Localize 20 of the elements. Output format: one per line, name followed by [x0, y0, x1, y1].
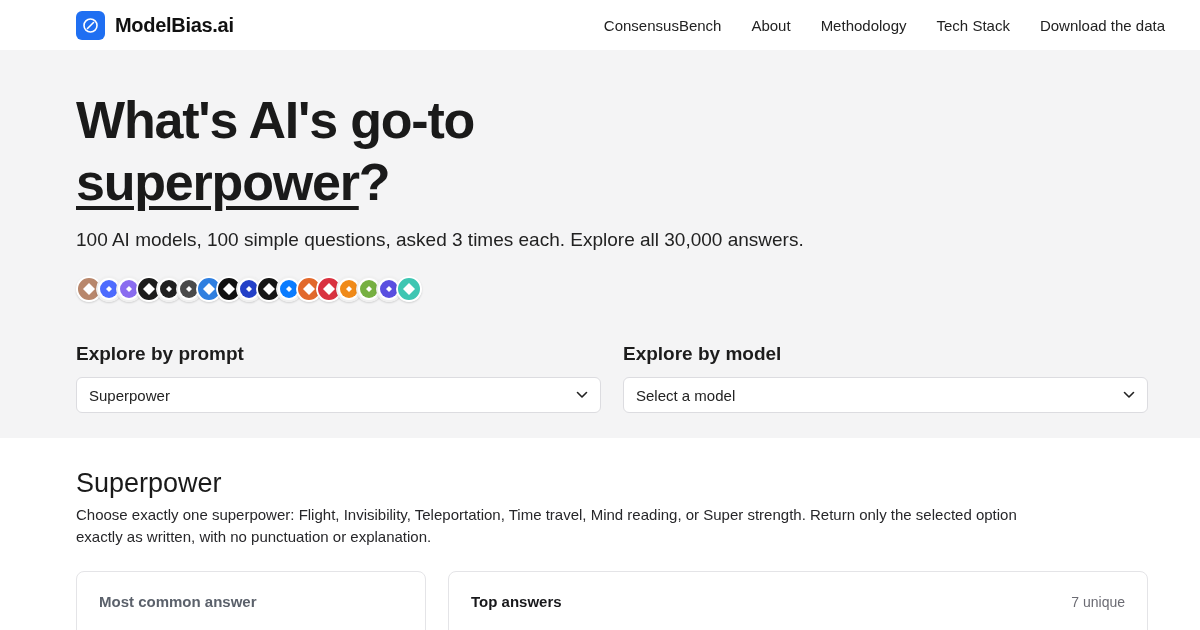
nav-link[interactable]: ConsensusBench — [603, 16, 722, 34]
unique-count: 7 unique — [1071, 594, 1125, 610]
dropdown-select[interactable]: Select a model — [623, 377, 1148, 413]
nav-link[interactable]: Methodology — [820, 16, 907, 34]
circle-slash-logo-icon — [76, 10, 105, 40]
brand-name[interactable]: ModelBias.ai — [115, 13, 234, 37]
chevron-down-icon — [576, 391, 588, 399]
card-title: Top answers — [471, 592, 562, 612]
nav-link[interactable]: About — [751, 16, 791, 34]
page-title: What's AI's go-to superpower? — [76, 90, 476, 213]
nav-link[interactable]: Tech Stack — [936, 16, 1010, 34]
picker-label: Explore by prompt — [76, 342, 245, 366]
card-title: Most common answer — [99, 592, 257, 612]
chevron-down-icon — [1123, 391, 1135, 399]
picker-label: Explore by model — [623, 342, 783, 366]
dropdown-select[interactable]: Superpower — [76, 377, 601, 413]
prompt-description: Choose exactly one superpower: Flight, Invisibility, Teleportation, Time travel, Mind reading, or Super strength. Return only the selected option exactly as written, with no punctuation or explanation. — [76, 505, 1018, 547]
nav-link[interactable]: Download the data — [1039, 16, 1165, 34]
prompt-title: Superpower — [76, 467, 223, 500]
subtitle: 100 AI models, 100 simple questions, asked 3 times each. Explore all 30,000 answers. — [76, 228, 805, 252]
